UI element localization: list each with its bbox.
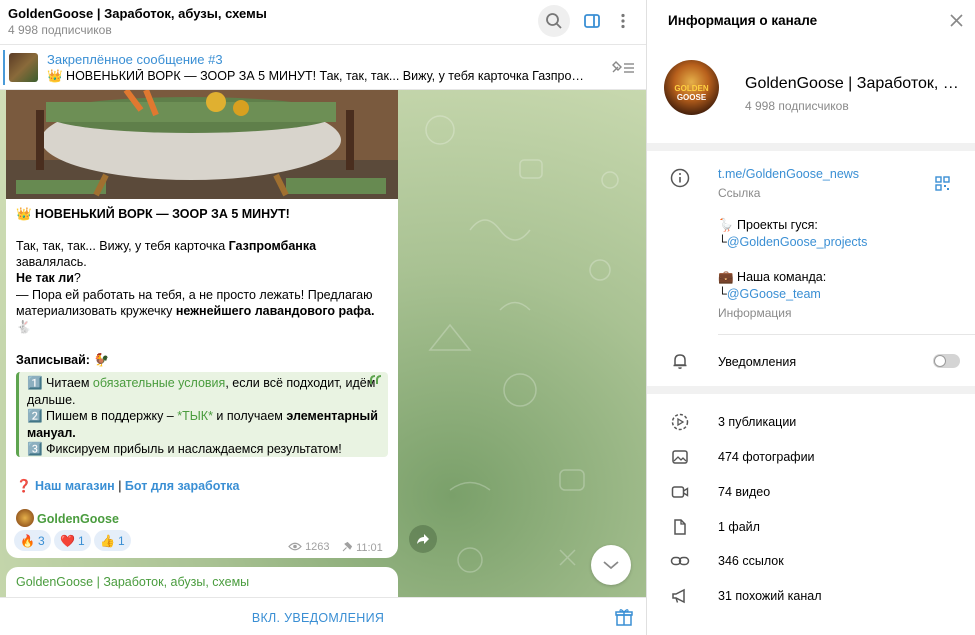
chat-panel: GoldenGoose | Заработок, абузы, схемы 4 … [0, 0, 646, 635]
more-vertical-icon [621, 13, 625, 29]
video-icon [669, 481, 691, 503]
message-bubble[interactable]: 👑 НОВЕНЬКИЙ ВОРК — ЗООР ЗА 5 МИНУТ! Так,… [6, 90, 398, 558]
channel-link[interactable]: t.me/GoldenGoose_news [718, 167, 859, 181]
channel-info-panel: Информация о канале GOLDEN GOOSE GoldenG… [646, 0, 975, 635]
gift-button[interactable] [615, 608, 633, 629]
bot-link[interactable]: Бот для заработка [125, 479, 240, 493]
close-button[interactable] [950, 14, 963, 30]
pinned-indicator [3, 50, 5, 85]
qr-code-button[interactable] [935, 176, 950, 194]
media-videos[interactable]: 74 видео [718, 485, 770, 499]
link-icon [669, 550, 691, 572]
conditions-link[interactable]: обязательные условия [93, 376, 225, 390]
sidebar-icon [584, 14, 600, 28]
message-paragraph-1: Так, так, так... Вижу, у тебя карточка Г… [16, 239, 317, 285]
channel-subscribers: 4 998 подписчиков [745, 99, 849, 113]
view-count: 1263 [288, 541, 330, 553]
quote-icon [370, 375, 382, 384]
projects-line: └@GoldenGoose_projects [718, 235, 868, 249]
enable-notifications-button[interactable]: ВКЛ. УВЕДОМЛЕНИЯ [0, 611, 636, 625]
megaphone-icon [669, 585, 691, 607]
pin-icon [342, 541, 353, 552]
team-line: └@GGoose_team [718, 287, 821, 301]
step-2: 2️⃣ Пишем в поддержку – *ТЫК* и получаем… [27, 409, 378, 440]
channel-avatar[interactable]: GOLDEN GOOSE [664, 60, 719, 115]
divider [718, 334, 975, 335]
close-icon [950, 14, 963, 27]
reaction-thumbs-up[interactable]: 👍 1 [94, 530, 131, 551]
next-message-author[interactable]: GoldenGoose | Заработок, абузы, схемы [16, 575, 249, 589]
team-title: 💼 Наша команда: [718, 270, 827, 284]
search-icon [546, 13, 562, 29]
unpin-button[interactable] [610, 59, 636, 78]
media-photos[interactable]: 474 фотографии [718, 450, 815, 464]
bell-icon [669, 350, 691, 372]
sidebar-toggle-button[interactable] [576, 5, 608, 37]
message-image[interactable] [6, 90, 398, 199]
publications-icon [669, 411, 691, 433]
notifications-toggle[interactable] [933, 354, 960, 368]
media-files[interactable]: 1 файл [718, 520, 760, 534]
pinned-thumbnail [9, 53, 38, 82]
pinned-text: 👑 НОВЕНЬКИЙ ВОРК — ЗООР ЗА 5 МИНУТ! Так,… [47, 69, 592, 83]
bathtub-illustration [6, 90, 398, 199]
search-button[interactable] [538, 5, 570, 37]
chat-header[interactable]: GoldenGoose | Заработок, абузы, схемы 4 … [0, 0, 646, 45]
step-1: 1️⃣ Читаем обязательные условия, если вс… [27, 376, 376, 407]
media-links[interactable]: 346 ссылок [718, 554, 784, 568]
reaction-heart[interactable]: ❤️ 1 [54, 530, 91, 551]
notifications-label: Уведомления [718, 355, 797, 369]
message-links: ❓ Наш магазин | Бот для заработка [16, 479, 240, 493]
info-title: Информация о канале [668, 13, 818, 28]
shop-link[interactable]: Наш магазин [35, 479, 115, 493]
eye-icon [288, 542, 302, 551]
scroll-down-button[interactable] [591, 545, 631, 585]
team-link[interactable]: @GGoose_team [727, 287, 821, 301]
message-write-label: Записывай: 🐓 [16, 353, 110, 367]
info-icon [669, 167, 691, 189]
message-heading: 👑 НОВЕНЬКИЙ ВОРК — ЗООР ЗА 5 МИНУТ! [16, 207, 290, 221]
projects-title: 🪿 Проекты гуся: [718, 218, 818, 232]
author-signature[interactable]: GoldenGoose [37, 511, 237, 527]
message-time: 11:01 [342, 541, 383, 554]
qr-code-icon [935, 176, 950, 191]
gift-icon [615, 609, 633, 626]
subscriber-count: 4 998 подписчиков [8, 23, 112, 37]
photo-icon [669, 446, 691, 468]
more-button[interactable] [607, 5, 639, 37]
chevron-down-icon [603, 561, 619, 570]
bottom-bar: ВКЛ. УВЕДОМЛЕНИЯ [0, 597, 646, 635]
reaction-fire[interactable]: 🔥 3 [14, 530, 51, 551]
projects-link[interactable]: @GoldenGoose_projects [727, 235, 868, 249]
file-icon [669, 516, 691, 538]
info-label: Информация [718, 306, 792, 320]
step-3: 3️⃣ Фиксируем прибыль и наслаждаемся рез… [27, 442, 342, 456]
message-paragraph-2: — Пора ей работать на тебя, а не просто … [16, 288, 375, 334]
forward-icon [417, 534, 429, 544]
divider [647, 386, 975, 394]
author-avatar[interactable] [16, 509, 34, 527]
channel-title[interactable]: GoldenGoose | Заработок, абузы, схемы [8, 6, 267, 21]
media-publications[interactable]: 3 публикации [718, 415, 796, 429]
pinned-message-bar[interactable]: Закреплённое сообщение #3 👑 НОВЕНЬКИЙ ВО… [0, 45, 646, 90]
channel-name: GoldenGoose | Заработок, а... [745, 75, 965, 92]
info-header: Информация о канале [647, 0, 975, 42]
forward-button[interactable] [409, 525, 437, 553]
divider [647, 143, 975, 151]
support-link[interactable]: *ТЫК* [177, 409, 213, 423]
steps-quote: 1️⃣ Читаем обязательные условия, если вс… [16, 372, 388, 457]
pinned-title: Закреплённое сообщение #3 [47, 52, 223, 67]
pin-list-icon [612, 61, 634, 73]
media-similar-channels[interactable]: 31 похожий канал [718, 589, 822, 603]
link-label: Ссылка [718, 186, 761, 200]
